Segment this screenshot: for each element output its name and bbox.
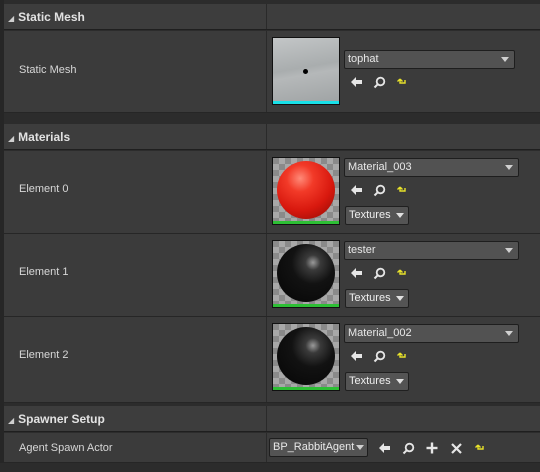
use-selected-arrow-icon[interactable] [377, 441, 391, 455]
section-header-spawner-setup[interactable]: ◢ Spawner Setup [4, 406, 540, 432]
asset-actions [349, 182, 409, 198]
mesh-asset-combo[interactable]: tophat [344, 50, 515, 69]
material-thumbnail[interactable] [272, 157, 340, 225]
column-divider [266, 433, 267, 462]
section-title-text: Materials [18, 130, 71, 144]
material-thumbnail[interactable] [272, 323, 340, 391]
browse-search-icon[interactable] [372, 75, 386, 89]
chevron-down-icon [356, 445, 364, 450]
textures-label: Textures [349, 209, 391, 221]
section-header-static-mesh[interactable]: ◢ Static Mesh [4, 4, 540, 30]
chevron-down-icon [396, 379, 404, 384]
reset-to-default-icon[interactable] [395, 183, 409, 197]
clear-x-icon[interactable] [449, 441, 463, 455]
asset-actions [349, 348, 409, 364]
textures-dropdown[interactable]: Textures [345, 206, 409, 225]
column-divider [266, 31, 267, 112]
reset-to-default-icon[interactable] [473, 441, 487, 455]
asset-actions [349, 74, 409, 90]
section-header-materials[interactable]: ◢ Materials [4, 124, 540, 150]
actor-class-combo[interactable]: BP_RabbitAgent [269, 438, 368, 457]
use-selected-arrow-icon[interactable] [349, 349, 363, 363]
combo-value: Material_002 [348, 327, 412, 339]
asset-type-bar [273, 101, 339, 104]
textures-label: Textures [349, 375, 391, 387]
section-title: ◢ Spawner Setup [8, 412, 105, 426]
expand-triangle-icon[interactable]: ◢ [8, 14, 14, 23]
column-divider [266, 4, 267, 29]
material-thumbnail[interactable] [272, 240, 340, 308]
reset-to-default-icon[interactable] [395, 75, 409, 89]
chevron-down-icon [505, 331, 513, 336]
asset-type-bar [273, 304, 339, 307]
mesh-thumbnail[interactable] [272, 37, 340, 105]
chevron-down-icon [396, 296, 404, 301]
property-label: Static Mesh [19, 64, 77, 76]
chevron-down-icon [501, 57, 509, 62]
column-divider [266, 234, 267, 316]
section-title: ◢ Static Mesh [8, 10, 85, 24]
expand-triangle-icon[interactable]: ◢ [8, 416, 14, 425]
chevron-down-icon [396, 213, 404, 218]
column-divider [266, 317, 267, 402]
reset-to-default-icon[interactable] [395, 349, 409, 363]
combo-value: tester [348, 244, 376, 256]
section-title-text: Static Mesh [18, 10, 85, 24]
bottom-strip [0, 463, 540, 472]
textures-label: Textures [349, 292, 391, 304]
add-plus-icon[interactable] [425, 441, 439, 455]
combo-value: Material_003 [348, 161, 412, 173]
material-element-row: Element 2 Material_002 Textures [4, 317, 540, 403]
column-divider [266, 124, 267, 149]
material-sphere [277, 161, 335, 219]
mesh-pivot-dot [303, 69, 308, 74]
material-asset-combo[interactable]: tester [344, 241, 519, 260]
property-label: Element 2 [19, 349, 69, 361]
section-title: ◢ Materials [8, 130, 70, 144]
actor-actions [377, 440, 487, 456]
reset-to-default-icon[interactable] [395, 266, 409, 280]
textures-dropdown[interactable]: Textures [345, 372, 409, 391]
section-title-text: Spawner Setup [18, 412, 105, 426]
material-element-row: Element 1 tester Textures [4, 234, 540, 317]
chevron-down-icon [505, 248, 513, 253]
material-asset-combo[interactable]: Material_002 [344, 324, 519, 343]
material-asset-combo[interactable]: Material_003 [344, 158, 519, 177]
browse-search-icon[interactable] [401, 441, 415, 455]
expand-triangle-icon[interactable]: ◢ [8, 134, 14, 143]
browse-search-icon[interactable] [372, 183, 386, 197]
asset-type-bar [273, 221, 339, 224]
combo-value: BP_RabbitAgent [273, 441, 355, 453]
property-label: Agent Spawn Actor [19, 442, 113, 454]
use-selected-arrow-icon[interactable] [349, 183, 363, 197]
asset-type-bar [273, 387, 339, 390]
property-label: Element 0 [19, 183, 69, 195]
use-selected-arrow-icon[interactable] [349, 75, 363, 89]
material-sphere [277, 327, 335, 385]
static-mesh-row: Static Mesh tophat [4, 31, 540, 113]
column-divider [266, 406, 267, 431]
textures-dropdown[interactable]: Textures [345, 289, 409, 308]
material-element-row: Element 0 Material_003 Textures [4, 151, 540, 234]
agent-spawn-actor-row: Agent Spawn Actor BP_RabbitAgent [4, 433, 540, 463]
chevron-down-icon [505, 165, 513, 170]
combo-value: tophat [348, 53, 379, 65]
column-divider [266, 151, 267, 233]
use-selected-arrow-icon[interactable] [349, 266, 363, 280]
browse-search-icon[interactable] [372, 349, 386, 363]
browse-search-icon[interactable] [372, 266, 386, 280]
material-sphere [277, 244, 335, 302]
asset-actions [349, 265, 409, 281]
property-label: Element 1 [19, 266, 69, 278]
